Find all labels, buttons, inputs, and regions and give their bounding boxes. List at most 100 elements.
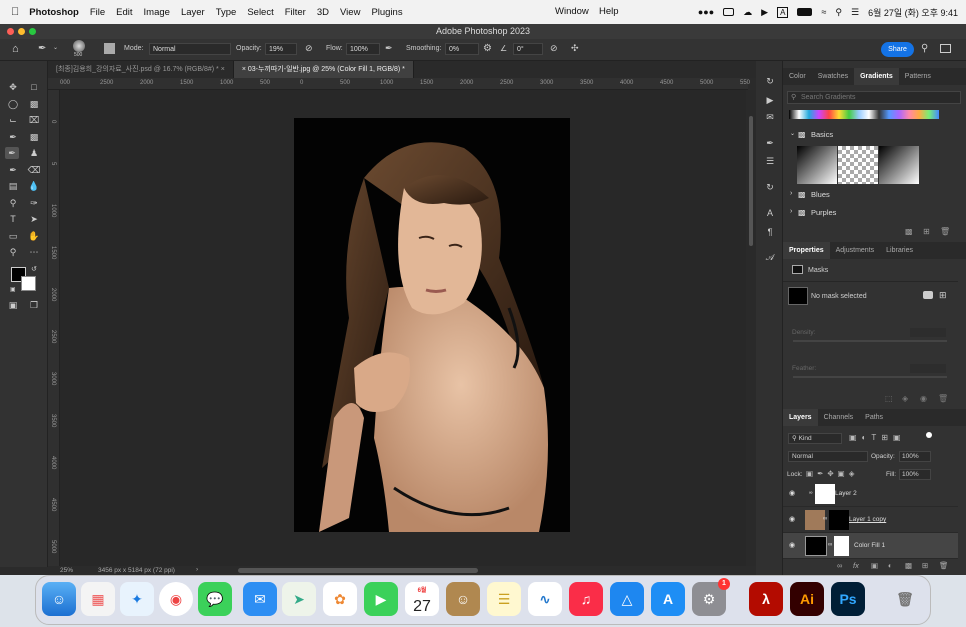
tab-swatches[interactable]: Swatches	[812, 68, 854, 85]
gradient-tool-icon[interactable]: ▤	[6, 180, 20, 192]
scroll-thumb[interactable]	[749, 116, 753, 246]
opacity-input[interactable]: 19%	[265, 43, 297, 55]
gradient-swatch-transparent[interactable]	[838, 146, 878, 184]
tab-document-1[interactable]: [최종]김용희_강의자료_사진.psd @ 16.7% (RGB/8#) * ×	[48, 61, 234, 78]
menu-layer[interactable]: Layer	[181, 7, 205, 18]
play-icon[interactable]: ▶	[761, 7, 768, 18]
apply-mask-icon[interactable]: ◈	[902, 394, 908, 403]
feather-slider[interactable]	[793, 376, 947, 378]
layer-filter-icons[interactable]: ▣◐T⊞▣	[849, 433, 906, 442]
mail-icon[interactable]: ✉	[243, 582, 277, 616]
zoom-tool-icon[interactable]: ⚲	[6, 246, 20, 258]
gradient-swatch-black-white-2[interactable]	[879, 146, 919, 184]
zoom-window-icon[interactable]	[29, 28, 36, 35]
healing-brush-tool-icon[interactable]: ▩	[27, 131, 41, 143]
chrome-icon[interactable]: ◉	[159, 582, 193, 616]
share-button[interactable]: Share	[881, 42, 914, 57]
pressure-opacity-icon[interactable]: ⊘	[305, 43, 313, 54]
menu-type[interactable]: Type	[216, 7, 237, 18]
mode-select[interactable]: Normal	[149, 43, 231, 55]
layer-name[interactable]: Layer 1 copy	[849, 516, 886, 523]
background-color-swatch[interactable]	[21, 276, 36, 291]
brush-tool-icon[interactable]: ✒	[5, 147, 19, 159]
pixel-mask-icon[interactable]	[923, 291, 933, 299]
swap-colors-icon[interactable]: ↺	[31, 265, 37, 273]
menu-filter[interactable]: Filter	[285, 7, 306, 18]
contacts-icon[interactable]: ☺	[446, 582, 480, 616]
new-group-icon[interactable]: ▩	[905, 227, 913, 236]
smoothing-input[interactable]: 0%	[445, 43, 479, 55]
search-icon[interactable]: ⚲	[921, 43, 928, 54]
trash-icon[interactable]: 🗑	[939, 561, 949, 570]
zoom-level[interactable]: 25%	[60, 567, 73, 574]
menu-3d[interactable]: 3D	[317, 7, 329, 18]
wifi-icon[interactable]: ≈	[821, 7, 826, 17]
adjustment-layer-icon[interactable]: ◐	[888, 561, 893, 570]
messages-icon[interactable]: 💬	[198, 582, 232, 616]
app-store-icon[interactable]: A	[651, 582, 685, 616]
feather-input[interactable]	[910, 364, 946, 373]
comments-panel-icon[interactable]: ✉	[763, 111, 777, 123]
type-tool-icon[interactable]: T	[6, 213, 20, 225]
crop-tool-icon[interactable]: ⌙	[6, 114, 20, 126]
menu-file[interactable]: File	[90, 7, 105, 18]
history-brush-tool-icon[interactable]: ✒	[6, 164, 20, 176]
visibility-eye-icon[interactable]: ◉	[789, 515, 795, 523]
tab-layers[interactable]: Layers	[783, 409, 818, 426]
tab-gradients[interactable]: Gradients	[854, 68, 899, 85]
menu-edit[interactable]: Edit	[116, 7, 132, 18]
minimize-window-icon[interactable]	[18, 28, 25, 35]
keynote-icon[interactable]: △	[610, 582, 644, 616]
blur-tool-icon[interactable]: 💧	[27, 180, 41, 192]
maps-icon[interactable]: ➤	[282, 582, 316, 616]
paragraph-panel-icon[interactable]: ¶	[763, 226, 777, 238]
dodge-tool-icon[interactable]: ⚲	[6, 197, 20, 209]
pressure-size-icon[interactable]: ⊘	[550, 43, 558, 54]
lasso-tool-icon[interactable]: ◯	[6, 98, 20, 110]
layer-row[interactable]: ◉ ∞ Layer 2	[783, 481, 958, 507]
launchpad-icon[interactable]: ▦	[81, 582, 115, 616]
brush-preset-icon[interactable]: ✒	[38, 43, 46, 54]
dots-status-icon[interactable]: ●●●	[698, 7, 714, 17]
tab-color[interactable]: Color	[783, 68, 812, 85]
gradient-group-purples[interactable]: › ▩ Purples	[783, 208, 958, 220]
vertical-ruler[interactable]: 0 5 1000 1500 2000 2500 3000 3500 4000 4500 5000	[48, 90, 60, 566]
blend-mode-select[interactable]: Normal	[788, 451, 868, 462]
new-group-icon[interactable]: ▩	[905, 561, 912, 570]
history-panel-icon[interactable]: ↻	[763, 75, 777, 87]
trash-icon[interactable]: 🗑	[938, 394, 948, 403]
filter-toggle-icon[interactable]	[926, 432, 932, 438]
airbrush-icon[interactable]: ✒	[385, 43, 393, 54]
layer-name[interactable]: Color Fill 1	[854, 542, 885, 549]
tab-document-2[interactable]: × 03-누끼따기-일반.jpg @ 25% (Color Fill 1, RG…	[233, 61, 414, 78]
fx-icon[interactable]: fx	[853, 561, 859, 570]
glyphs-panel-icon[interactable]: 𝒜	[763, 251, 777, 263]
brush-tip-icon[interactable]	[73, 40, 85, 52]
tab-channels[interactable]: Channels	[818, 409, 860, 426]
close-icon[interactable]: ×	[221, 66, 225, 73]
menubar-clock[interactable]: 6월 27일 (화) 오후 9:41	[868, 6, 958, 19]
chevron-down-icon[interactable]: ⌄	[53, 44, 58, 51]
brush-settings-icon[interactable]	[104, 43, 115, 54]
gradient-group-basics[interactable]: ⌄ ▩ Basics	[783, 130, 958, 142]
more-tools-icon[interactable]: ⋯	[27, 246, 41, 258]
document-canvas[interactable]	[294, 118, 570, 532]
workspace-icon[interactable]	[940, 44, 951, 53]
density-input[interactable]	[910, 328, 946, 337]
vector-mask-icon[interactable]: ⊞	[939, 290, 947, 301]
eraser-tool-icon[interactable]: ⌫	[27, 164, 41, 176]
close-icon[interactable]: ×	[242, 66, 246, 73]
frame-tool-icon[interactable]: ⌧	[27, 114, 41, 126]
music-icon[interactable]: ♫	[569, 582, 603, 616]
spotlight-icon[interactable]: ⚲	[835, 7, 842, 18]
canvas-area[interactable]	[60, 90, 746, 566]
recent-gradients-strip[interactable]	[789, 110, 939, 119]
apple-icon[interactable]: 	[11, 6, 19, 18]
load-selection-icon[interactable]: ⬚	[885, 394, 893, 403]
link-layers-icon[interactable]: ∞	[837, 561, 842, 570]
document-info[interactable]: 3456 px x 5184 px (72 ppi)	[98, 567, 175, 574]
home-icon[interactable]: ⌂	[12, 43, 19, 55]
input-source-icon[interactable]: A	[777, 6, 789, 18]
freeform-icon[interactable]: ∿	[528, 582, 562, 616]
notes-icon[interactable]: ☰	[487, 582, 521, 616]
